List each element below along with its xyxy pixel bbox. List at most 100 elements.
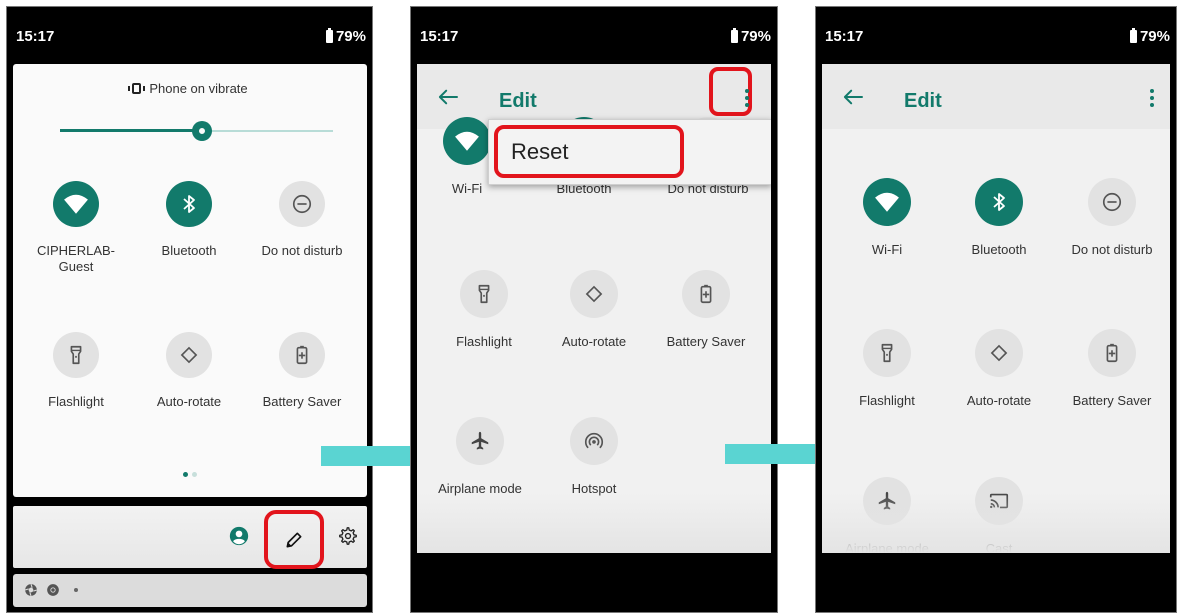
wifi-icon [63, 191, 89, 217]
battery-saver-icon [695, 283, 717, 305]
battery-icon [730, 28, 738, 43]
airplane-icon [876, 490, 898, 512]
tile-flashlight[interactable]: Flashlight [832, 329, 942, 409]
more-options-icon[interactable] [742, 87, 752, 109]
tile-label: Auto-rotate [561, 334, 627, 349]
flashlight-icon [65, 344, 87, 366]
tile-label: Airplane mode [438, 481, 522, 496]
edit-button[interactable] [264, 510, 324, 569]
menu-item-reset[interactable]: Reset [494, 125, 684, 178]
do-not-disturb-icon [291, 193, 313, 215]
aperture-icon [24, 583, 38, 597]
back-arrow-icon[interactable] [842, 88, 864, 106]
battery-percent: 79% [740, 28, 771, 45]
edit-toolbar: Edit [822, 64, 1170, 129]
auto-rotate-icon [178, 344, 200, 366]
pencil-icon [284, 530, 304, 550]
battery-percent: 79% [1139, 28, 1170, 45]
tile-battery-saver[interactable]: Battery Saver [247, 332, 357, 410]
battery-saver-icon [291, 344, 313, 366]
tile-label: Hotspot [571, 481, 617, 496]
tile-cast[interactable]: Cast [944, 477, 1054, 553]
status-bar: 15:17 79% [411, 7, 777, 63]
tile-label: Flashlight [48, 394, 104, 409]
tile-label: Battery Saver [262, 394, 342, 409]
tile-do-not-disturb[interactable]: Do not disturb [1057, 178, 1167, 258]
tile-do-not-disturb[interactable]: Do not disturb [247, 181, 357, 259]
status-time: 15:17 [16, 28, 55, 45]
tile-bluetooth[interactable]: Bluetooth [944, 178, 1054, 258]
hotspot-icon [583, 430, 605, 452]
tile-label: Flashlight [859, 393, 915, 408]
tile-label: Cast [985, 541, 1013, 553]
tile-auto-rotate[interactable]: Auto-rotate [944, 329, 1054, 409]
quick-settings-screen: 15:17 79% Phone on vibrate CIPHERLAB- Gu… [6, 6, 373, 613]
more-notifications-dot [74, 588, 78, 592]
tile-auto-rotate[interactable]: Auto-rotate [539, 270, 649, 350]
bluetooth-icon [177, 192, 201, 216]
bluetooth-icon [987, 190, 1011, 214]
tile-flashlight[interactable]: Flashlight [429, 270, 539, 350]
edit-screen-menu-open: 15:17 79% Edit Wi-Fi Bluetooth Do not di… [410, 6, 778, 613]
tile-battery-saver[interactable]: Battery Saver [651, 270, 761, 350]
tile-label: Airplane mode [845, 541, 929, 553]
notification-strip[interactable] [13, 574, 367, 607]
status-bar: 15:17 79% [816, 7, 1176, 63]
tile-label: Do not disturb [1071, 242, 1153, 257]
tile-hotspot[interactable]: Hotspot [539, 417, 649, 497]
auto-rotate-icon [583, 283, 605, 305]
gear-icon[interactable] [339, 527, 357, 545]
tile-label: Do not disturb [261, 243, 343, 258]
page-indicator [183, 472, 197, 477]
tile-wifi[interactable]: Wi-Fi [832, 178, 942, 258]
brightness-icon[interactable] [191, 121, 212, 141]
edit-screen-after-reset: 15:17 79% Edit Wi-Fi Bluetooth Do not di… [815, 6, 1177, 613]
quick-settings-footer [13, 506, 367, 569]
status-time: 15:17 [420, 28, 459, 45]
cast-icon [988, 490, 1010, 512]
slider-fill [60, 129, 202, 132]
tile-bluetooth[interactable]: Bluetooth [134, 181, 244, 259]
tile-label: Flashlight [456, 334, 512, 349]
tile-label: Battery Saver [666, 334, 746, 349]
ringer-status-label: Phone on vibrate [149, 81, 248, 96]
page-dot [183, 472, 188, 477]
wifi-icon [454, 128, 480, 154]
tile-wifi[interactable]: CIPHERLAB- Guest [21, 181, 131, 275]
vibrate-icon [128, 83, 146, 94]
back-arrow-icon[interactable] [437, 88, 459, 106]
status-time: 15:17 [825, 28, 864, 45]
more-options-icon[interactable] [1147, 87, 1157, 109]
wifi-icon [874, 189, 900, 215]
tile-label: Bluetooth [971, 242, 1027, 257]
tile-label: Bluetooth [161, 243, 217, 258]
battery-icon [325, 28, 333, 43]
do-not-disturb-icon [1101, 191, 1123, 213]
flashlight-icon [473, 283, 495, 305]
quick-settings-panel: Phone on vibrate CIPHERLAB- Guest Blueto… [13, 64, 367, 497]
battery-saver-icon [1101, 342, 1123, 364]
user-account-icon[interactable] [229, 526, 249, 546]
tile-flashlight[interactable]: Flashlight [21, 332, 131, 410]
tile-label: Wi-Fi [871, 242, 903, 257]
brightness-slider[interactable] [60, 121, 333, 141]
tile-battery-saver[interactable]: Battery Saver [1057, 329, 1167, 409]
ringer-status[interactable]: Phone on vibrate [13, 81, 367, 96]
auto-rotate-icon [988, 342, 1010, 364]
tile-label: Auto-rotate [156, 394, 222, 409]
tile-label: CIPHERLAB- Guest [36, 243, 116, 274]
tile-label: Battery Saver [1072, 393, 1152, 408]
status-bar: 15:17 79% [7, 7, 372, 63]
page-title: Edit [499, 90, 537, 112]
chrome-icon [46, 583, 60, 597]
overflow-menu: Reset [488, 119, 771, 185]
tile-label: Auto-rotate [966, 393, 1032, 408]
tile-airplane-mode[interactable]: Airplane mode [425, 417, 535, 497]
battery-icon [1129, 28, 1137, 43]
tile-airplane-mode[interactable]: Airplane mode [832, 477, 942, 553]
edit-panel: Edit Wi-Fi Bluetooth Do not disturb Flas… [417, 64, 771, 553]
battery-percent: 79% [335, 28, 366, 45]
tile-auto-rotate[interactable]: Auto-rotate [134, 332, 244, 410]
edit-panel: Edit Wi-Fi Bluetooth Do not disturb Flas… [822, 64, 1170, 553]
flashlight-icon [876, 342, 898, 364]
